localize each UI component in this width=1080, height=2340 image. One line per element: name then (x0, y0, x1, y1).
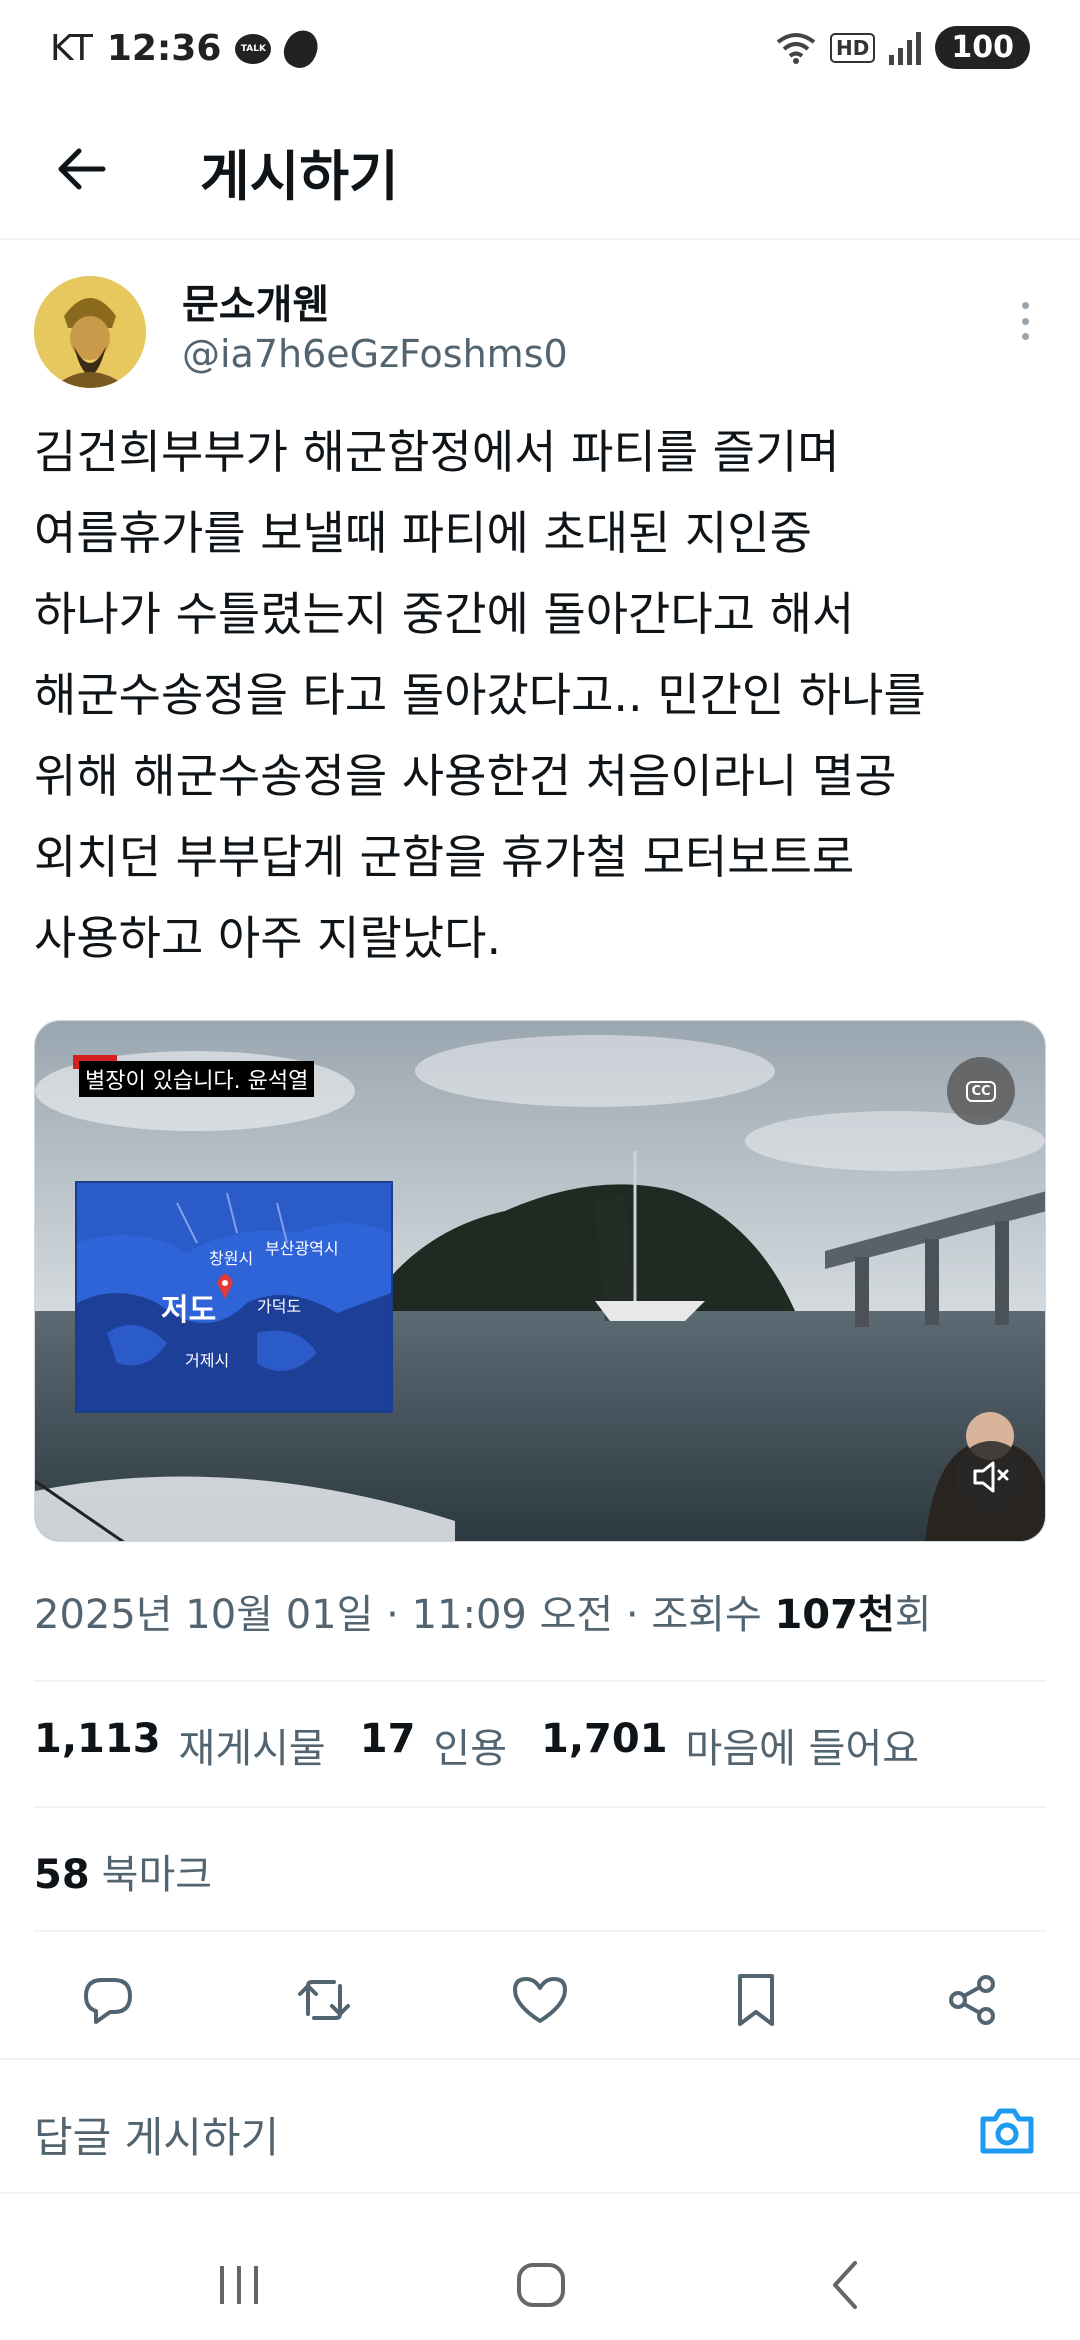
likes-count[interactable]: 1,701 (541, 1716, 668, 1774)
home-button[interactable] (496, 2240, 586, 2330)
clock: 12:36 (106, 28, 222, 69)
like-button[interactable] (500, 1960, 580, 2040)
post-line: 해군수송정을 타고 돌아갔다고.. 민간인 하나를 (34, 668, 926, 722)
reposts-label[interactable]: 재게시물 (179, 1716, 326, 1774)
repost-button[interactable] (284, 1960, 364, 2040)
map-graphic (77, 1183, 391, 1411)
system-back-button[interactable] (800, 2240, 890, 2330)
avatar-image (34, 276, 146, 388)
post-line: 하나가 수틀렸는지 중간에 돌아간다고 해서 (34, 587, 855, 641)
reply-composer[interactable]: 답글 게시하기 (0, 2058, 1080, 2194)
likes-label[interactable]: 마음에 들어요 (686, 1716, 920, 1774)
author-display-name[interactable]: 문소개웬 (182, 272, 329, 330)
more-options-button[interactable] (1010, 296, 1040, 346)
video-caption: 별장이 있습니다. 윤석열 (79, 1061, 315, 1097)
post-line: 외치던 부부답게 군함을 휴가철 모터보트로 (34, 830, 855, 884)
like-icon (513, 1977, 567, 2023)
share-button[interactable] (932, 1960, 1012, 2040)
more-dot (1021, 333, 1029, 340)
status-right: HD 100 (774, 26, 1030, 69)
back-arrow-icon (58, 148, 106, 190)
back-button[interactable] (46, 134, 116, 204)
unmute-button[interactable] (955, 1441, 1027, 1513)
author-handle[interactable]: @ia7h6eGzFoshms0 (182, 332, 568, 376)
meta-separator: · (373, 1592, 412, 1638)
map-label-gadeokdo: 가덕도 (257, 1297, 302, 1316)
bookmarks-label: 북마크 (101, 1852, 213, 1898)
reply-input[interactable]: 답글 게시하기 (34, 2104, 279, 2165)
page-title: 게시하기 (200, 145, 399, 208)
quotes-label[interactable]: 인용 (433, 1716, 507, 1774)
signal-icon (889, 31, 922, 65)
divider (34, 1806, 1046, 1808)
views-count: 107천 (774, 1592, 895, 1638)
status-bar: KT 12:36 TALK HD 100 (0, 0, 1080, 100)
closed-captions-button[interactable]: CC (947, 1057, 1015, 1125)
post-time: 11:09 오전 (411, 1592, 614, 1638)
post-line: 여름휴가를 보낼때 파티에 초대된 지인중 (34, 506, 812, 560)
reply-icon (84, 1978, 132, 2024)
divider (34, 1680, 1046, 1682)
quotes-count[interactable]: 17 (360, 1716, 416, 1774)
post-date: 2025년 10월 01일 (34, 1592, 374, 1638)
kakaotalk-icon: TALK (235, 33, 272, 64)
more-dot (1021, 317, 1029, 325)
post-line: 사용하고 아주 지랄났다. (34, 911, 502, 965)
wifi-icon (776, 32, 816, 64)
map-label-jeodo: 저도 (161, 1293, 217, 1328)
mute-icon (973, 1461, 1009, 1493)
camera-button[interactable] (972, 2096, 1042, 2166)
views-suffix: 회 (894, 1592, 932, 1638)
avatar[interactable] (34, 276, 146, 388)
home-icon (517, 2263, 565, 2307)
bookmarks-stat[interactable]: 58 북마크 (34, 1842, 212, 1900)
status-left: KT 12:36 TALK (50, 24, 324, 73)
recent-apps-button[interactable] (194, 2240, 284, 2330)
bookmarks-count: 58 (34, 1852, 90, 1898)
post-line: 위해 해군수송정을 사용한건 처음이라니 멸공 (34, 749, 897, 803)
reposts-count[interactable]: 1,113 (34, 1716, 161, 1774)
battery-indicator: 100 (935, 26, 1030, 69)
system-navigation-bar (0, 2220, 1080, 2340)
divider (34, 1930, 1046, 1932)
map-label-changwon: 창원시 (209, 1249, 254, 1268)
cc-icon: CC (966, 1080, 996, 1102)
video-player[interactable]: 별장이 있습니다. 윤석열 CC 저도 창원시 부산광역시 가덕도 거제시 (34, 1020, 1046, 1542)
camera-icon (980, 2108, 1034, 2154)
repost-icon (298, 1980, 350, 2020)
views-label: 조회수 (651, 1592, 775, 1638)
post-line: 김건희부부가 해군함정에서 파티를 즐기며 (34, 425, 840, 479)
post-timestamp-views: 2025년 10월 01일 · 11:09 오전 · 조회수 107천회 (34, 1582, 932, 1640)
map-inset: 저도 창원시 부산광역시 가덕도 거제시 (75, 1181, 393, 1413)
notification-bean-icon (278, 24, 324, 73)
share-icon (949, 1975, 995, 2025)
map-label-geoje: 거제시 (185, 1351, 230, 1370)
more-vertical-icon (1021, 302, 1029, 309)
engagement-stats: 1,113 재게시물 17 인용 1,701 마음에 들어요 (34, 1716, 953, 1774)
post-body: 김건희부부가 해군함정에서 파티를 즐기며 여름휴가를 보낼때 파티에 초대된 … (34, 412, 1044, 979)
action-bar (0, 1960, 1080, 2040)
bookmark-button[interactable] (716, 1960, 796, 2040)
chevron-left-icon (833, 2261, 857, 2309)
bookmark-icon (738, 1974, 774, 2026)
recent-apps-icon (220, 2266, 258, 2304)
map-label-busan: 부산광역시 (265, 1239, 339, 1258)
reply-button[interactable] (68, 1960, 148, 2040)
top-app-bar: 게시하기 (0, 100, 1080, 240)
meta-separator: · (613, 1592, 652, 1638)
hd-voice-icon: HD (830, 32, 876, 63)
carrier-label: KT (50, 28, 93, 69)
